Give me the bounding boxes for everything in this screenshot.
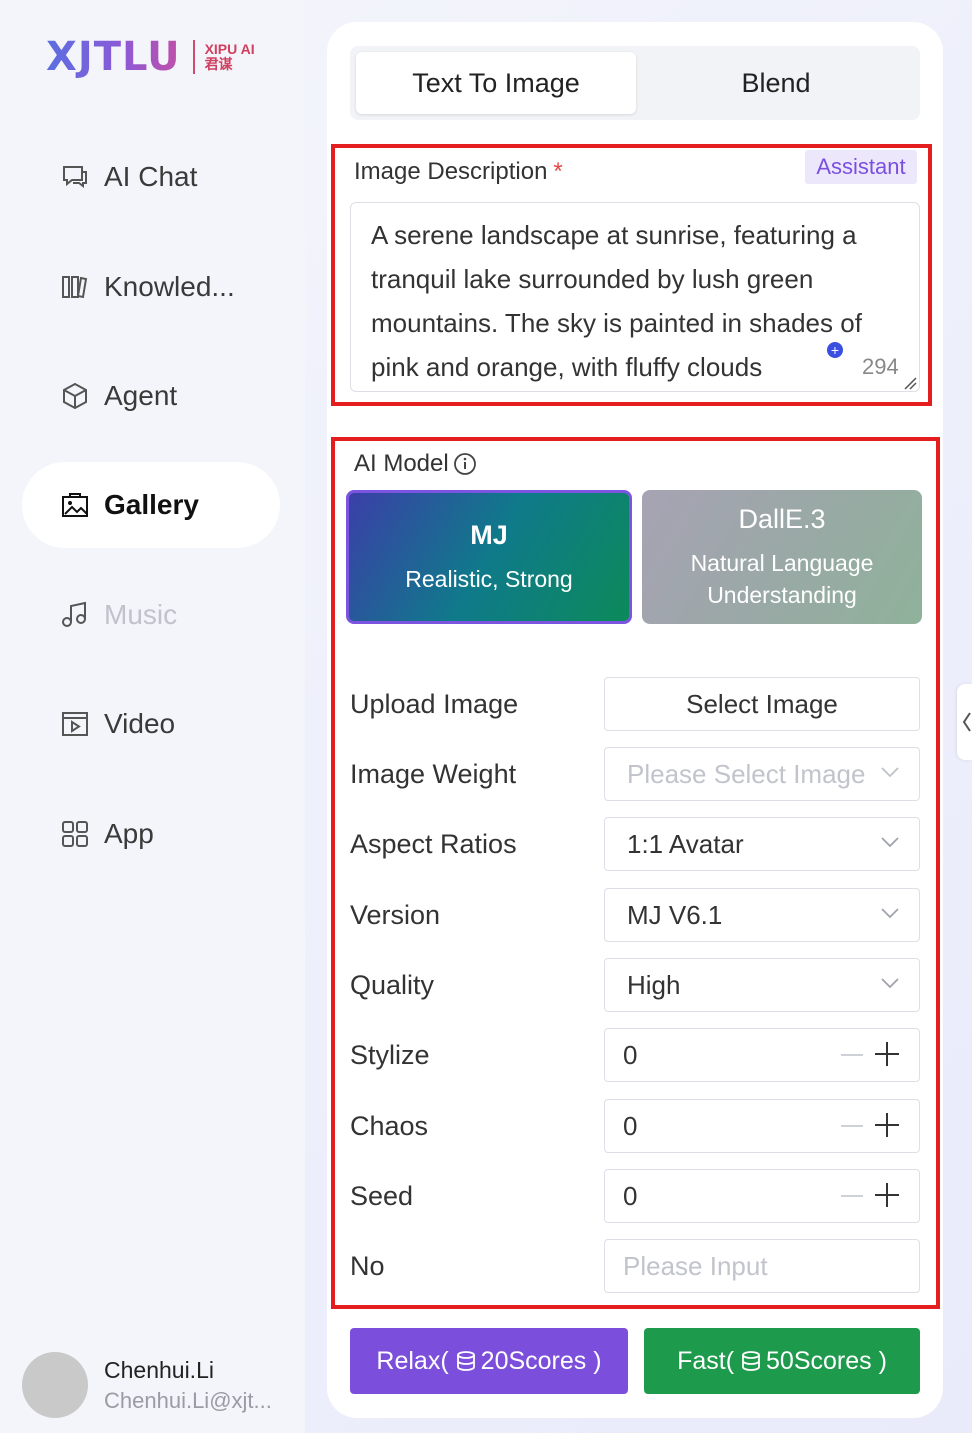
coins-icon <box>456 1351 475 1371</box>
plus-icon[interactable] <box>875 1113 899 1137</box>
quality-value: High <box>627 969 681 1000</box>
mode-tabs: Text To Image Blend <box>350 46 920 120</box>
model-name: MJ <box>470 519 508 550</box>
avatar[interactable] <box>22 1352 88 1418</box>
chevron-down-icon <box>881 837 899 848</box>
user-profile[interactable]: Chenhui.Li Chenhui.Li@xjt... <box>22 1352 272 1418</box>
sidebar-item-label: Video <box>104 708 176 739</box>
music-icon <box>60 600 90 630</box>
aspect-ratios-select[interactable]: 1:1 Avatar <box>604 817 920 871</box>
chevron-left-icon <box>962 712 971 732</box>
logo-sub-line2: 君谋 <box>204 56 233 72</box>
chaos-value: 0 <box>623 1110 638 1141</box>
seed-stepper[interactable]: 0 <box>604 1169 920 1223</box>
logo-divider <box>192 40 195 74</box>
sidebar-item-app[interactable]: App <box>22 791 280 877</box>
stylize-label: Stylize <box>350 1040 430 1070</box>
no-input[interactable]: Please Input <box>604 1239 920 1293</box>
logo-sub-line1: XIPU AI <box>204 41 255 57</box>
apps-icon <box>60 819 90 849</box>
sidebar-item-label: App <box>104 818 154 849</box>
quality-select[interactable]: High <box>604 958 920 1012</box>
description-label: Image Description * <box>354 158 563 186</box>
chaos-label: Chaos <box>350 1111 429 1141</box>
sidebar-item-video[interactable]: Video <box>22 681 280 767</box>
collapse-panel-handle[interactable] <box>957 684 972 760</box>
select-image-button[interactable]: Select Image <box>604 677 920 731</box>
model-desc: Natural Language Understanding <box>690 549 874 608</box>
sidebar-item-label: Gallery <box>104 489 199 520</box>
image-weight-select[interactable]: Please Select Image <box>604 747 920 801</box>
required-mark: * <box>553 158 563 185</box>
tab-text-to-image[interactable]: Text To Image <box>356 52 636 114</box>
version-label: Version <box>350 900 441 930</box>
sidebar-item-label: Music <box>104 599 178 630</box>
model-name: DallE.3 <box>738 503 826 534</box>
logo-text: XJTLU <box>46 34 181 80</box>
stylize-stepper[interactable]: 0 <box>604 1028 920 1082</box>
books-icon <box>60 272 90 302</box>
minus-icon[interactable] <box>841 1195 863 1197</box>
version-value: MJ V6.1 <box>627 899 723 930</box>
fast-label: Fast( <box>677 1346 735 1375</box>
xjtlu-logo[interactable]: XJTLU XIPU AI 君谋 <box>46 34 255 80</box>
sidebar: XJTLU XIPU AI 君谋 AI Chat Knowled... Agen… <box>0 0 305 1433</box>
logo-subtext: XIPU AI 君谋 <box>205 42 255 72</box>
minus-icon[interactable] <box>841 1054 863 1056</box>
assistant-button[interactable]: Assistant <box>805 150 917 184</box>
chaos-stepper[interactable]: 0 <box>604 1099 920 1153</box>
char-count: 294 <box>862 354 899 379</box>
sidebar-item-gallery[interactable]: Gallery <box>22 462 280 548</box>
cube-icon <box>60 381 90 411</box>
sidebar-item-label: Knowled... <box>104 271 235 302</box>
seed-value: 0 <box>623 1180 638 1211</box>
minus-icon[interactable] <box>841 1125 863 1127</box>
relax-label: Relax( <box>376 1346 449 1375</box>
sidebar-item-label: AI Chat <box>104 161 198 192</box>
model-option-dalle3[interactable]: DallE.3 Natural Language Understanding <box>642 490 922 624</box>
chevron-down-icon <box>881 767 899 778</box>
sidebar-item-ai-chat[interactable]: AI Chat <box>22 134 280 220</box>
ai-model-label: AI Model <box>354 450 477 478</box>
sidebar-item-agent[interactable]: Agent <box>22 353 280 439</box>
ai-model-label-text: AI Model <box>354 450 449 477</box>
plus-icon[interactable] <box>875 1183 899 1207</box>
aspect-ratios-label: Aspect Ratios <box>350 829 517 859</box>
add-circle-icon[interactable]: + <box>827 342 843 358</box>
user-email: Chenhui.Li@xjt... <box>104 1387 272 1413</box>
description-label-text: Image Description <box>354 158 548 185</box>
chevron-down-icon <box>881 978 899 989</box>
gallery-icon <box>60 490 90 520</box>
model-desc: Realistic, Strong <box>405 565 573 592</box>
relax-button[interactable]: Relax( 20Scores ) <box>350 1328 628 1394</box>
relax-scores: 20Scores ) <box>480 1346 602 1375</box>
chat-icon <box>60 162 90 192</box>
stylize-value: 0 <box>623 1039 638 1070</box>
aspect-ratios-value: 1:1 Avatar <box>627 828 744 859</box>
chevron-down-icon <box>881 908 899 919</box>
upload-image-label: Upload Image <box>350 689 519 719</box>
quality-label: Quality <box>350 970 435 1000</box>
fast-scores: 50Scores ) <box>766 1346 887 1375</box>
fast-button[interactable]: Fast( 50Scores ) <box>644 1328 920 1394</box>
resize-handle-icon[interactable] <box>903 376 917 390</box>
plus-icon[interactable] <box>875 1042 899 1066</box>
sidebar-item-knowledge[interactable]: Knowled... <box>22 244 280 330</box>
version-select[interactable]: MJ V6.1 <box>604 888 920 942</box>
info-icon[interactable] <box>453 452 477 476</box>
no-label: No <box>350 1251 385 1281</box>
description-textarea[interactable]: A serene landscape at sunrise, featuring… <box>350 202 920 392</box>
tab-blend[interactable]: Blend <box>636 52 916 114</box>
model-option-mj[interactable]: MJ Realistic, Strong <box>346 490 632 624</box>
sidebar-item-label: Agent <box>104 380 178 411</box>
image-weight-label: Image Weight <box>350 759 517 789</box>
video-icon <box>60 709 90 739</box>
image-weight-placeholder: Please Select Image <box>627 758 866 789</box>
sidebar-item-music[interactable]: Music <box>22 572 280 658</box>
seed-label: Seed <box>350 1181 414 1211</box>
coins-icon <box>742 1351 760 1371</box>
user-info: Chenhui.Li Chenhui.Li@xjt... <box>104 1357 272 1414</box>
user-name: Chenhui.Li <box>104 1356 214 1383</box>
